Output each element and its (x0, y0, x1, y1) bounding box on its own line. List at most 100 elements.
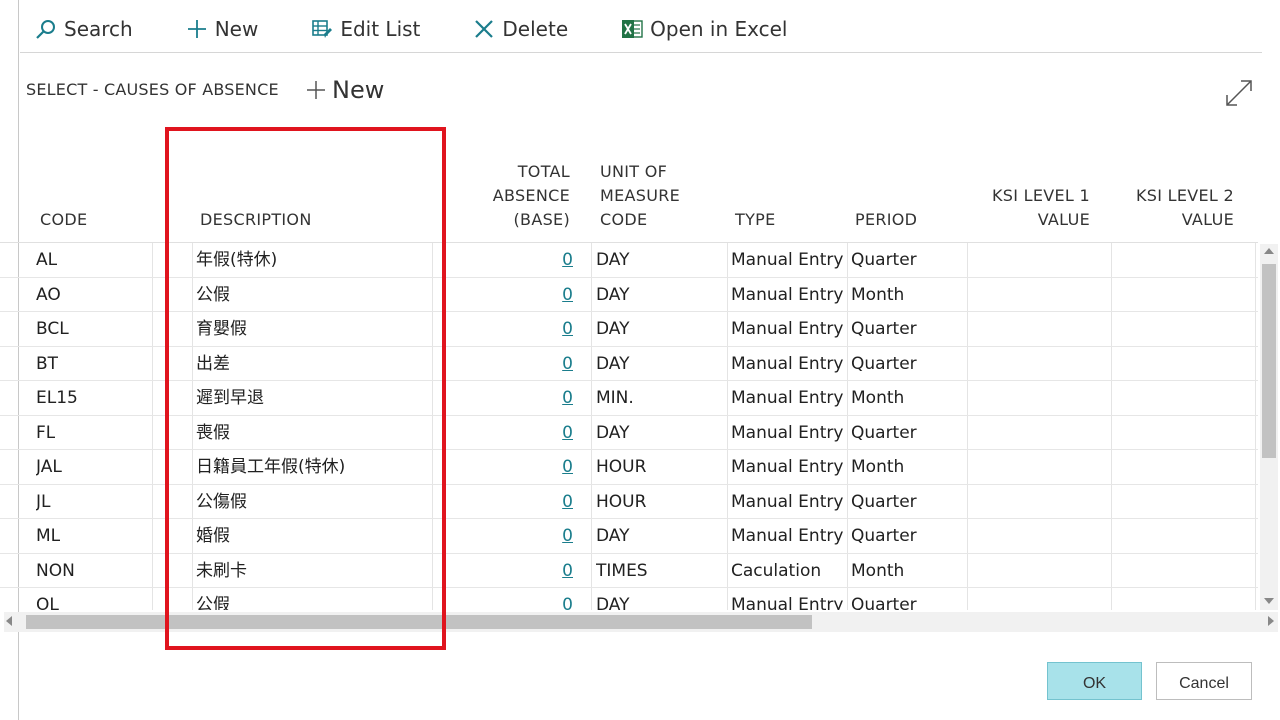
cell-code: FL (36, 422, 56, 443)
scroll-down-arrow-icon[interactable] (1264, 598, 1274, 604)
cell-total-absence-link[interactable]: 0 (540, 450, 573, 485)
cell-description: 公假 (196, 284, 230, 305)
cell-description: 日籍員工年假(特休) (196, 457, 346, 477)
cell-code: NON (36, 560, 75, 581)
cell-description: 喪假 (196, 422, 230, 443)
cell-unit: HOUR (596, 457, 647, 477)
table-row[interactable]: JAL 日籍員工年假(特休) 0 HOUR Manual Entry Month (0, 450, 1258, 485)
cell-total-absence-link[interactable]: 0 (540, 278, 573, 313)
title-new-button[interactable]: New (304, 76, 384, 104)
expand-icon[interactable] (1224, 78, 1254, 108)
table-row[interactable]: OL 公假 0 DAY Manual Entry Quarter (0, 588, 1258, 610)
edit-list-button[interactable]: Edit List (310, 17, 420, 41)
cell-period: Quarter (851, 250, 917, 270)
delete-x-icon (472, 17, 496, 41)
delete-label: Delete (502, 17, 569, 41)
cell-total-absence-link[interactable]: 0 (540, 381, 573, 416)
cell-period: Month (851, 388, 905, 408)
table-row[interactable]: ML 婚假 0 DAY Manual Entry Quarter (0, 519, 1258, 554)
scroll-up-arrow-icon[interactable] (1264, 248, 1274, 254)
cell-code: JAL (36, 457, 62, 477)
cell-type: Manual Entry (731, 526, 844, 546)
cell-code: ML (36, 526, 61, 546)
cell-unit: DAY (596, 250, 630, 270)
cell-type: Manual Entry (731, 491, 844, 512)
scroll-right-arrow-icon[interactable] (1268, 616, 1274, 626)
cell-unit: HOUR (596, 491, 647, 512)
cell-description: 公傷假 (196, 491, 247, 512)
cell-period: Quarter (851, 526, 917, 546)
cell-type: Manual Entry (731, 457, 844, 477)
cell-description: 育嬰假 (196, 319, 247, 339)
cell-unit: MIN. (596, 388, 634, 408)
cell-period: Quarter (851, 319, 917, 339)
horizontal-scrollbar[interactable] (4, 612, 1278, 632)
cell-total-absence-link[interactable]: 0 (540, 519, 573, 554)
cancel-button[interactable]: Cancel (1156, 662, 1252, 700)
open-in-excel-button[interactable]: Open in Excel (620, 17, 787, 41)
cell-total-absence-link[interactable]: 0 (540, 588, 573, 610)
table-row[interactable]: JL 公傷假 0 HOUR Manual Entry Quarter (0, 485, 1258, 520)
scroll-left-arrow-icon[interactable] (6, 616, 12, 626)
table-row[interactable]: BT 出差 0 DAY Manual Entry Quarter (0, 347, 1258, 382)
table-row[interactable]: NON 未刷卡 0 TIMES Caculation Month (0, 554, 1258, 589)
cell-period: Month (851, 284, 905, 305)
cell-code: BT (36, 353, 59, 374)
vertical-scrollbar[interactable] (1260, 244, 1278, 610)
cell-type: Caculation (731, 560, 822, 581)
cell-code: AL (36, 250, 58, 270)
cell-period: Month (851, 457, 905, 477)
cell-total-absence-link[interactable]: 0 (540, 554, 573, 589)
cell-period: Quarter (851, 491, 917, 512)
cell-unit: DAY (596, 284, 630, 305)
table-row[interactable]: AO 公假 0 DAY Manual Entry Month (0, 278, 1258, 313)
cell-description: 遲到早退 (196, 388, 264, 408)
excel-icon (620, 17, 644, 41)
cell-code: OL (36, 595, 59, 610)
cell-code: JL (36, 491, 51, 512)
search-label: Search (64, 17, 133, 41)
action-bar-divider (20, 52, 1262, 53)
page-title: SELECT - CAUSES OF ABSENCE (26, 80, 279, 99)
table-row[interactable]: BCL 育嬰假 0 DAY Manual Entry Quarter (0, 312, 1258, 347)
open-in-excel-label: Open in Excel (650, 17, 788, 41)
delete-button[interactable]: Delete (472, 17, 568, 41)
cell-total-absence-link[interactable]: 0 (540, 485, 573, 520)
cell-type: Manual Entry (731, 353, 844, 374)
cell-total-absence-link[interactable]: 0 (540, 312, 573, 347)
search-button[interactable]: Search (34, 17, 133, 41)
cell-unit: TIMES (596, 560, 648, 581)
cell-code: EL15 (36, 388, 78, 408)
new-label: New (214, 17, 259, 41)
table-row[interactable]: AL 年假(特休) 0 DAY Manual Entry Quarter (0, 243, 1258, 278)
horizontal-scroll-thumb[interactable] (26, 615, 812, 629)
cell-period: Quarter (851, 422, 917, 443)
action-bar: Search New Edit List Delete Open in Exce… (34, 14, 839, 44)
cell-unit: DAY (596, 422, 630, 443)
cell-description: 婚假 (196, 526, 230, 546)
cell-unit: DAY (596, 595, 630, 610)
cell-code: AO (36, 284, 61, 305)
cell-total-absence-link[interactable]: 0 (540, 347, 573, 382)
plus-icon (304, 78, 328, 102)
cell-type: Manual Entry (731, 388, 844, 408)
cell-type: Manual Entry (731, 595, 844, 610)
cell-code: BCL (36, 319, 69, 339)
cell-description: 年假(特休) (196, 250, 278, 270)
cell-period: Month (851, 560, 905, 581)
cell-type: Manual Entry (731, 284, 844, 305)
cell-type: Manual Entry (731, 250, 844, 270)
search-icon (34, 17, 58, 41)
cell-description: 出差 (196, 353, 230, 374)
cell-period: Quarter (851, 595, 917, 610)
vertical-scroll-thumb[interactable] (1262, 264, 1276, 458)
cell-total-absence-link[interactable]: 0 (540, 243, 573, 278)
plus-icon (185, 17, 209, 41)
cell-type: Manual Entry (731, 319, 844, 339)
ok-button[interactable]: OK (1047, 662, 1142, 700)
table-row[interactable]: FL 喪假 0 DAY Manual Entry Quarter (0, 416, 1258, 451)
new-button[interactable]: New (185, 17, 259, 41)
causes-of-absence-grid: CODE DESCRIPTION TOTAL ABSENCE (BASE) UN… (0, 130, 1258, 610)
table-row[interactable]: EL15 遲到早退 0 MIN. Manual Entry Month (0, 381, 1258, 416)
cell-total-absence-link[interactable]: 0 (540, 416, 573, 451)
